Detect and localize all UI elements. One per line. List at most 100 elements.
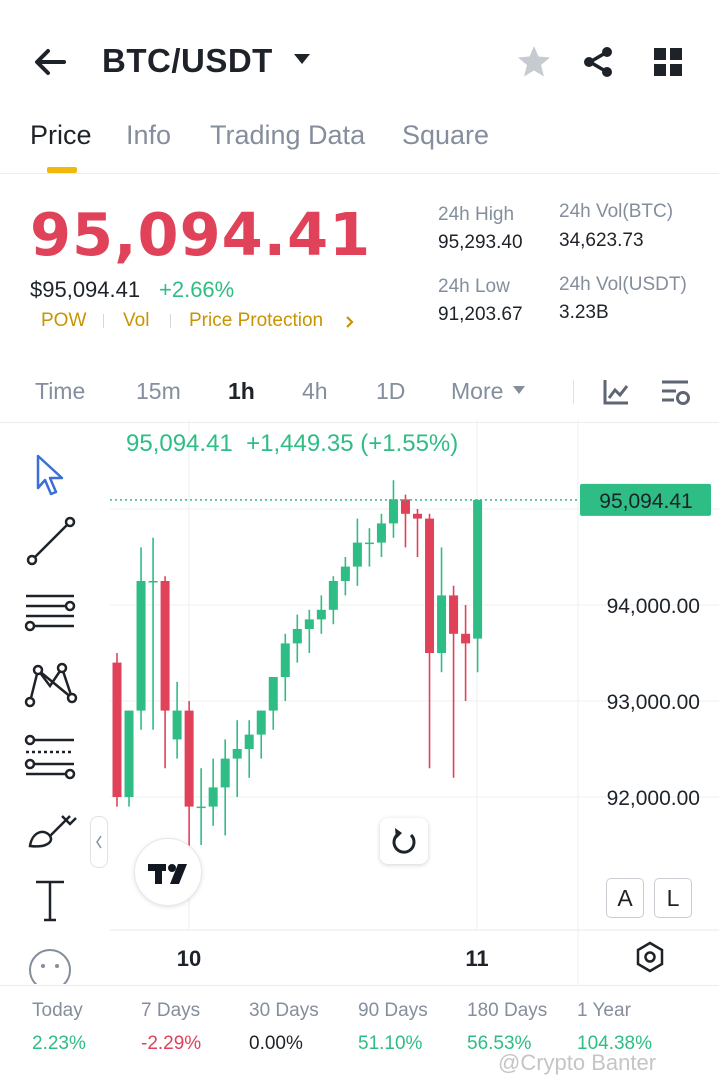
candle — [425, 513, 435, 769]
x-tick-label: 11 — [465, 946, 488, 971]
interval-15m[interactable]: 15m — [136, 378, 181, 405]
chart-layout-settings-icon[interactable] — [633, 940, 667, 974]
pattern-tool-icon[interactable] — [22, 656, 78, 712]
candle — [244, 720, 254, 778]
perf-label-7d: 7 Days — [141, 1000, 201, 1021]
candle-body — [304, 619, 314, 629]
candle-body — [184, 710, 194, 807]
candle — [473, 499, 483, 673]
tab-trading-data[interactable]: Trading Data — [210, 120, 365, 151]
chevron-left-icon — [96, 835, 102, 849]
caret-down-icon[interactable] — [512, 385, 526, 395]
candle — [388, 480, 398, 538]
candle — [208, 758, 218, 826]
candle — [172, 681, 182, 759]
candle-body — [244, 734, 254, 749]
price-change-percent: +2.66% — [159, 277, 235, 302]
candle-body — [136, 581, 146, 711]
log-scale-button[interactable]: L — [654, 878, 692, 918]
fibonacci-tool-icon[interactable] — [22, 730, 78, 786]
candle — [292, 614, 302, 663]
stat-24h-high-value: 95,293.40 — [438, 232, 523, 253]
interval-1d[interactable]: 1D — [376, 378, 405, 405]
tab-info[interactable]: Info — [126, 120, 171, 151]
candle-body — [364, 542, 374, 545]
candle — [280, 633, 290, 701]
candle-body — [413, 513, 422, 519]
header-bar: BTC/USDT — [0, 0, 719, 110]
horizontal-lines-tool-icon[interactable] — [22, 588, 78, 644]
candle-body — [124, 710, 134, 797]
emoji-tool-icon[interactable] — [22, 944, 78, 984]
candle — [124, 710, 134, 807]
stat-24h-vol-usdt-value: 3.23B — [559, 302, 609, 323]
tag-separator — [103, 314, 104, 328]
y-tick-label: 93,000.00 — [607, 691, 700, 714]
candle — [352, 518, 362, 586]
perf-label-90d: 90 Days — [358, 1000, 428, 1021]
chart-settings-icon[interactable] — [659, 377, 691, 409]
interval-1h[interactable]: 1h — [228, 378, 255, 405]
candle-body — [280, 643, 290, 677]
grid-icon[interactable] — [652, 46, 684, 78]
auto-scale-button[interactable]: A — [606, 878, 644, 918]
candle-body — [352, 542, 362, 567]
candle — [304, 609, 314, 653]
tradingview-logo[interactable] — [134, 838, 202, 906]
indicator-chart-icon[interactable] — [601, 377, 631, 407]
tag-price-protection[interactable]: Price Protection — [189, 310, 323, 332]
caret-down-icon[interactable] — [292, 52, 312, 66]
candle-body — [292, 629, 302, 644]
interval-4h[interactable]: 4h — [302, 378, 328, 405]
share-icon[interactable] — [580, 44, 616, 80]
stat-24h-vol-btc-value: 34,623.73 — [559, 230, 644, 251]
star-icon[interactable] — [515, 43, 553, 81]
stat-24h-low-label: 24h Low — [438, 276, 510, 297]
candle-body — [425, 518, 435, 653]
candle-body — [473, 499, 483, 639]
cursor-tool-icon[interactable] — [22, 448, 78, 504]
candle — [340, 557, 350, 596]
candle — [400, 494, 410, 548]
text-tool-icon[interactable] — [22, 874, 78, 930]
candle-body — [437, 595, 447, 653]
chevron-right-icon[interactable] — [344, 314, 356, 330]
stat-24h-vol-btc-label: 24h Vol(BTC) — [559, 201, 674, 222]
perf-label-today: Today — [32, 1000, 83, 1021]
refresh-icon — [392, 828, 416, 854]
candle-body — [340, 566, 350, 581]
brush-tool-icon[interactable] — [22, 806, 78, 862]
candle — [364, 528, 374, 567]
candle-body — [268, 677, 278, 711]
stat-24h-vol-usdt-label: 24h Vol(USDT) — [559, 274, 687, 295]
tab-square[interactable]: Square — [402, 120, 489, 151]
perf-value-90d: 51.10% — [358, 1033, 423, 1054]
trend-line-tool-icon[interactable] — [22, 512, 78, 568]
interval-more[interactable]: More — [451, 378, 503, 405]
reset-chart-button[interactable] — [380, 818, 428, 864]
perf-value-7d: -2.29% — [141, 1033, 202, 1054]
tag-vol[interactable]: Vol — [123, 310, 149, 332]
candle-body — [220, 758, 230, 788]
candle — [160, 576, 170, 769]
toolbar-collapse-handle[interactable] — [90, 816, 108, 868]
interval-time[interactable]: Time — [35, 378, 85, 405]
interval-divider — [573, 380, 574, 404]
perf-value-30d: 0.00% — [249, 1033, 303, 1054]
pair-title[interactable]: BTC/USDT — [102, 42, 273, 80]
tab-price[interactable]: Price — [30, 120, 92, 151]
candle-body — [112, 662, 122, 797]
back-arrow-icon[interactable] — [28, 40, 72, 84]
candle — [449, 585, 459, 778]
tag-pow[interactable]: POW — [41, 310, 86, 332]
candle-body — [196, 806, 206, 809]
candle — [196, 768, 206, 845]
usd-price: $95,094.41 — [30, 277, 141, 302]
current-price-label: 95,094.41 — [599, 490, 692, 513]
candle-body — [388, 499, 398, 524]
candle-body — [232, 749, 242, 759]
perf-value-today: 2.23% — [32, 1033, 86, 1054]
watermark-text: @Crypto Banter — [498, 1050, 657, 1075]
perf-label-30d: 30 Days — [249, 1000, 319, 1021]
candle — [268, 677, 278, 730]
